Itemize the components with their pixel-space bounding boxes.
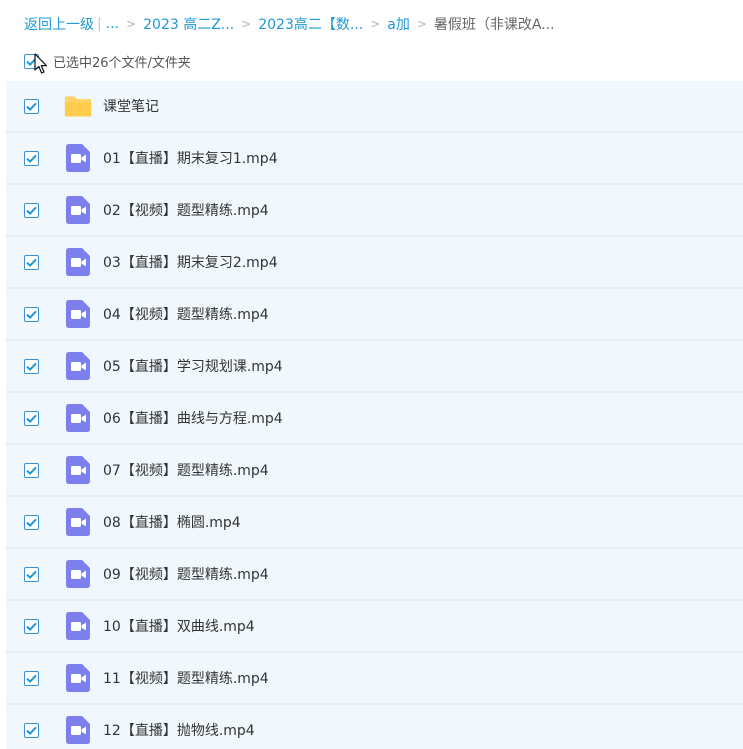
video-file-icon (64, 352, 92, 380)
row-checkbox[interactable] (24, 722, 39, 738)
video-file-icon (64, 300, 92, 328)
folder-row[interactable]: 课堂笔记 (6, 81, 743, 133)
video-file-icon (66, 196, 90, 224)
check-icon (26, 310, 37, 319)
file-row[interactable]: 09【视频】题型精练.mp4 (6, 549, 743, 601)
video-file-icon (64, 144, 92, 172)
file-row[interactable]: 10【直播】双曲线.mp4 (6, 601, 743, 653)
row-checkbox[interactable] (24, 566, 39, 582)
chevron-right-icon: > (416, 17, 427, 31)
file-row[interactable]: 07【视频】题型精练.mp4 (6, 445, 743, 497)
breadcrumb-item-aplus[interactable]: a加 (387, 14, 410, 34)
row-checkbox[interactable] (24, 98, 39, 114)
file-name[interactable]: 11【视频】题型精练.mp4 (103, 668, 269, 688)
check-icon (26, 154, 37, 163)
video-file-icon (64, 456, 92, 484)
folder-icon (64, 92, 92, 120)
video-file-icon (66, 560, 90, 588)
video-file-icon (64, 196, 92, 224)
file-row[interactable]: 06【直播】曲线与方程.mp4 (6, 393, 743, 445)
breadcrumb-current: 暑假班（非课改A... (433, 17, 555, 33)
chevron-right-icon: > (126, 17, 137, 31)
file-row[interactable]: 02【视频】题型精练.mp4 (6, 185, 743, 237)
file-name[interactable]: 05【直播】学习规划课.mp4 (103, 356, 283, 376)
file-name[interactable]: 06【直播】曲线与方程.mp4 (103, 408, 283, 428)
check-icon (26, 518, 37, 527)
chevron-right-icon: > (370, 17, 381, 31)
select-all-checkbox[interactable] (24, 53, 39, 69)
selection-bar: 已选中26个文件/文件夹 (24, 51, 191, 71)
file-name[interactable]: 07【视频】题型精练.mp4 (103, 460, 269, 480)
file-name[interactable]: 12【直播】抛物线.mp4 (103, 720, 255, 740)
check-icon (26, 57, 37, 66)
breadcrumb-item-math[interactable]: 2023高二【数... (258, 14, 363, 34)
file-browser: 返回上一级 | ... > 2023 高二Z... > 2023高二【数... … (0, 0, 743, 749)
file-row[interactable]: 11【视频】题型精练.mp4 (6, 653, 743, 705)
row-checkbox[interactable] (24, 618, 39, 634)
breadcrumb-item-grade[interactable]: 2023 高二Z... (143, 14, 234, 34)
check-icon (26, 466, 37, 475)
breadcrumb-ellipsis[interactable]: ... (106, 16, 119, 32)
file-row[interactable]: 01【直播】期末复习1.mp4 (6, 133, 743, 185)
check-icon (26, 362, 37, 371)
check-icon (26, 570, 37, 579)
video-file-icon (66, 508, 90, 536)
check-icon (26, 674, 37, 683)
row-checkbox[interactable] (24, 306, 39, 322)
file-name[interactable]: 04【视频】题型精练.mp4 (103, 304, 269, 324)
file-name[interactable]: 08【直播】椭圆.mp4 (103, 512, 241, 532)
video-file-icon (64, 664, 92, 692)
folder-icon (64, 96, 92, 117)
check-icon (26, 622, 37, 631)
row-checkbox[interactable] (24, 670, 39, 686)
check-icon (26, 258, 37, 267)
video-file-icon (66, 352, 90, 380)
video-file-icon (66, 456, 90, 484)
file-name[interactable]: 01【直播】期末复习1.mp4 (103, 148, 278, 168)
video-file-icon (66, 612, 90, 640)
row-checkbox[interactable] (24, 462, 39, 478)
file-name[interactable]: 02【视频】题型精练.mp4 (103, 200, 269, 220)
row-checkbox[interactable] (24, 150, 39, 166)
file-name[interactable]: 09【视频】题型精练.mp4 (103, 564, 269, 584)
video-file-icon (66, 664, 90, 692)
file-name[interactable]: 03【直播】期末复习2.mp4 (103, 252, 278, 272)
selection-count-label: 已选中26个文件/文件夹 (53, 55, 191, 71)
video-file-icon (66, 144, 90, 172)
check-icon (26, 414, 37, 423)
video-file-icon (66, 248, 90, 276)
breadcrumb-divider: | (97, 16, 102, 32)
file-row[interactable]: 08【直播】椭圆.mp4 (6, 497, 743, 549)
check-icon (26, 102, 37, 111)
video-file-icon (64, 716, 92, 744)
video-file-icon (64, 248, 92, 276)
chevron-right-icon: > (241, 17, 252, 31)
video-file-icon (64, 404, 92, 432)
video-file-icon (64, 508, 92, 536)
video-file-icon (64, 560, 92, 588)
file-name[interactable]: 10【直播】双曲线.mp4 (103, 616, 255, 636)
row-checkbox[interactable] (24, 514, 39, 530)
row-checkbox[interactable] (24, 358, 39, 374)
row-checkbox[interactable] (24, 254, 39, 270)
video-file-icon (64, 612, 92, 640)
breadcrumb: 返回上一级 | ... > 2023 高二Z... > 2023高二【数... … (24, 14, 555, 34)
file-name[interactable]: 课堂笔记 (103, 96, 159, 116)
check-icon (26, 206, 37, 215)
file-list: 课堂笔记 01【直播】期末复习1.mp4 02【视频】题型精练.mp4 03【直播】期… (6, 81, 743, 749)
video-file-icon (66, 716, 90, 744)
row-checkbox[interactable] (24, 410, 39, 426)
video-file-icon (66, 404, 90, 432)
file-row[interactable]: 03【直播】期末复习2.mp4 (6, 237, 743, 289)
file-row[interactable]: 05【直播】学习规划课.mp4 (6, 341, 743, 393)
file-row[interactable]: 04【视频】题型精练.mp4 (6, 289, 743, 341)
row-checkbox[interactable] (24, 202, 39, 218)
video-file-icon (66, 300, 90, 328)
file-row[interactable]: 12【直播】抛物线.mp4 (6, 705, 743, 749)
back-link[interactable]: 返回上一级 (24, 14, 94, 34)
check-icon (26, 726, 37, 735)
